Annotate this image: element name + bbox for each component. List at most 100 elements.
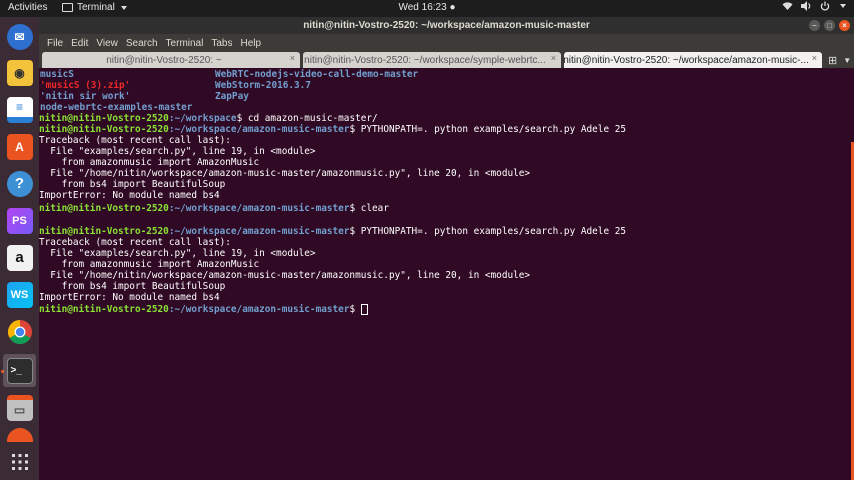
command-text: $ PYTHONPATH=. python examples/search.py… <box>349 124 627 135</box>
partial-icon <box>6 428 33 442</box>
ls-entry: WebStorm-2016.3.7 <box>215 80 311 91</box>
menu-edit[interactable]: Edit <box>67 38 92 49</box>
prompt-symbol: $ <box>349 304 361 315</box>
ls-row: musicS WebRTC-nodejs-video-call-demo-mast… <box>40 69 418 80</box>
ls-row: 'nitin sir work' ZapPay <box>40 91 249 102</box>
window-titlebar[interactable]: nitin@nitin-Vostro-2520: ~/workspace/ama… <box>39 17 854 34</box>
output-line: File "/home/nitin/workspace/amazon-music… <box>39 168 531 179</box>
output-line: from amazonmusic import AmazonMusic <box>39 157 260 168</box>
window-title: nitin@nitin-Vostro-2520: ~/workspace/ama… <box>303 20 590 31</box>
command-text: $ PYTHONPATH=. python examples/search.py… <box>349 226 627 237</box>
dock-thunderbird[interactable]: ✉ <box>3 20 36 53</box>
new-tab-icon[interactable]: ⊞ <box>828 54 837 67</box>
dock-webstorm[interactable]: WS <box>3 278 36 311</box>
output-line: ImportError: No module named bs4 <box>39 190 220 201</box>
ubuntu-software-icon: A <box>6 133 33 160</box>
dock-libreoffice-writer[interactable]: ≡ <box>3 93 36 126</box>
ls-entry: ZapPay <box>215 91 249 102</box>
prompt-path: :~/workspace/amazon-music-master <box>168 124 350 135</box>
command-text: $ clear <box>349 203 389 214</box>
prompt-line: nitin@nitin-Vostro-2520:~/workspace/amaz… <box>39 226 626 237</box>
power-icon <box>820 1 830 11</box>
output-line: File "examples/search.py", line 19, in <… <box>39 248 316 259</box>
volume-icon <box>801 1 811 11</box>
ls-entry: musicS <box>40 69 74 80</box>
chevron-down-icon[interactable]: ▼ <box>843 56 851 65</box>
minimize-button[interactable]: – <box>809 20 820 31</box>
menu-bar: File Edit View Search Terminal Tabs Help <box>39 34 854 52</box>
ls-entry: node-webrtc-examples-master <box>40 102 193 113</box>
output-line: Traceback (most recent call last): <box>39 237 231 248</box>
dock: ✉ ◉ ≡ A ? PS a WS >_ ▭ <box>0 17 39 480</box>
close-icon[interactable]: × <box>812 53 817 63</box>
clock[interactable]: Wed 16:23 ● <box>0 2 854 13</box>
dock-ubuntu-software[interactable]: A <box>3 130 36 163</box>
files-icon: ▭ <box>6 394 33 421</box>
prompt-line: nitin@nitin-Vostro-2520:~/workspace$ cd … <box>39 113 378 124</box>
terminal-icon: >_ <box>6 357 33 384</box>
wifi-icon <box>782 2 793 10</box>
menu-search[interactable]: Search <box>122 38 162 49</box>
thunderbird-icon: ✉ <box>6 23 33 50</box>
close-button[interactable]: × <box>839 20 850 31</box>
close-icon[interactable]: × <box>290 53 295 63</box>
output-line: File "examples/search.py", line 19, in <… <box>39 146 316 157</box>
prompt-path: :~/workspace <box>168 113 237 124</box>
terminal-window: nitin@nitin-Vostro-2520: ~/workspace/ama… <box>39 17 854 480</box>
text-cursor <box>360 304 368 315</box>
terminal-output[interactable]: musicS WebRTC-nodejs-video-call-demo-mast… <box>39 68 854 480</box>
top-panel: Activities Terminal Wed 16:23 ● <box>0 0 854 17</box>
close-icon[interactable]: × <box>551 53 556 63</box>
ls-row: 'musicS (3).zip' WebStorm-2016.3.7 <box>40 80 311 91</box>
active-prompt-line[interactable]: nitin@nitin-Vostro-2520:~/workspace/amaz… <box>39 304 368 315</box>
tab-label: nitin@nitin-Vostro-2520: ~ <box>106 54 222 66</box>
output-line: from bs4 import BeautifulSoup <box>39 179 226 190</box>
tab-label: nitin@nitin-Vostro-2520: ~/workspace/ama… <box>564 54 809 66</box>
prompt-user: nitin@nitin-Vostro-2520 <box>39 203 169 214</box>
prompt-user: nitin@nitin-Vostro-2520 <box>39 113 169 124</box>
prompt-user: nitin@nitin-Vostro-2520 <box>39 226 169 237</box>
dock-partial-app[interactable] <box>3 428 36 442</box>
show-applications-button[interactable] <box>3 445 36 478</box>
tab-bar: nitin@nitin-Vostro-2520: ~ × nitin@nitin… <box>39 52 854 68</box>
maximize-button[interactable]: □ <box>824 20 835 31</box>
app-grid-icon <box>11 453 28 470</box>
webstorm-icon: WS <box>6 281 33 308</box>
output-line: Traceback (most recent call last): <box>39 135 231 146</box>
help-icon: ? <box>6 170 33 197</box>
dock-chrome[interactable] <box>3 315 36 348</box>
tab-symple-webrtc[interactable]: nitin@nitin-Vostro-2520: ~/workspace/sym… <box>303 52 561 68</box>
chevron-down-icon <box>840 4 846 8</box>
menu-terminal[interactable]: Terminal <box>162 38 208 49</box>
prompt-path: :~/workspace/amazon-music-master <box>168 203 350 214</box>
libreoffice-writer-icon: ≡ <box>6 96 33 123</box>
tab-amazon-music[interactable]: nitin@nitin-Vostro-2520: ~/workspace/ama… <box>564 52 822 68</box>
command-text: $ cd amazon-music-master/ <box>236 113 378 124</box>
chrome-icon <box>7 319 32 344</box>
menu-file[interactable]: File <box>43 38 67 49</box>
ls-entry: WebRTC-nodejs-video-call-demo-master <box>215 69 419 80</box>
output-line: ImportError: No module named bs4 <box>39 292 220 303</box>
menu-tabs[interactable]: Tabs <box>207 38 236 49</box>
menu-view[interactable]: View <box>92 38 122 49</box>
menu-help[interactable]: Help <box>236 38 265 49</box>
dock-phpstorm[interactable]: PS <box>3 204 36 237</box>
prompt-path: :~/workspace/amazon-music-master <box>168 226 350 237</box>
dock-amazon[interactable]: a <box>3 241 36 274</box>
ls-entry: 'musicS (3).zip' <box>40 80 131 91</box>
prompt-line: nitin@nitin-Vostro-2520:~/workspace/amaz… <box>39 203 389 214</box>
prompt-user: nitin@nitin-Vostro-2520 <box>39 304 169 315</box>
prompt-line: nitin@nitin-Vostro-2520:~/workspace/amaz… <box>39 124 626 135</box>
phpstorm-icon: PS <box>6 207 33 234</box>
dock-help[interactable]: ? <box>3 167 36 200</box>
system-indicators[interactable] <box>782 1 846 11</box>
dock-rhythmbox[interactable]: ◉ <box>3 56 36 89</box>
ls-row: node-webrtc-examples-master <box>40 102 192 113</box>
tab-label: nitin@nitin-Vostro-2520: ~/workspace/sym… <box>304 54 546 66</box>
tab-home[interactable]: nitin@nitin-Vostro-2520: ~ × <box>42 52 300 68</box>
rhythmbox-icon: ◉ <box>6 59 33 86</box>
ls-entry: 'nitin sir work' <box>40 91 131 102</box>
dock-terminal[interactable]: >_ <box>3 354 36 387</box>
dock-files[interactable]: ▭ <box>3 391 36 424</box>
amazon-icon: a <box>6 244 33 271</box>
